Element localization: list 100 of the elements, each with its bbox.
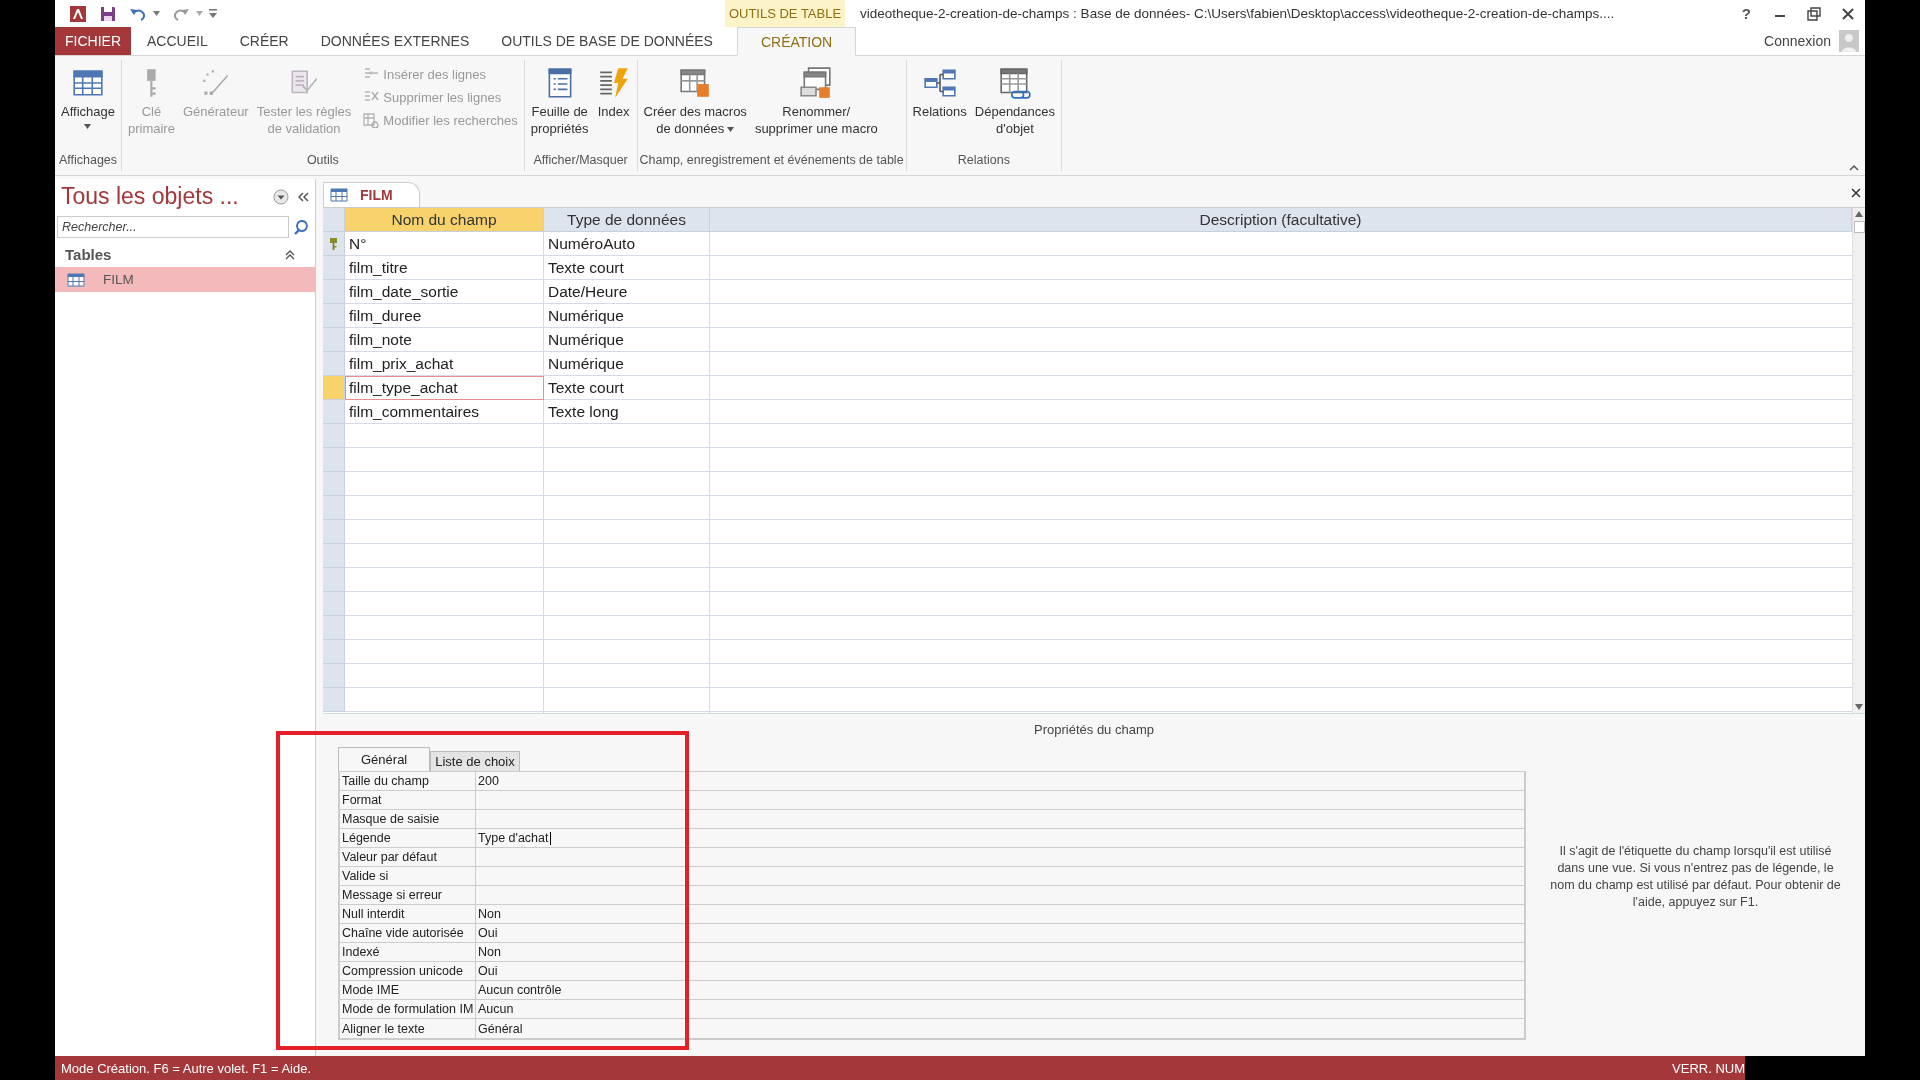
properties-tab[interactable]: Liste de choix bbox=[430, 751, 520, 771]
search-icon[interactable] bbox=[293, 219, 309, 235]
table-cell[interactable]: Texte long bbox=[544, 400, 710, 424]
window-title: videotheque-2-creation-de-champs : Base de données- C:\Users\fabien\Desktop\access\videotheque-2-creation-de-champs.... bbox=[860, 6, 1615, 21]
table-cell[interactable]: film_type_achat bbox=[345, 376, 544, 400]
scrollbar[interactable] bbox=[1852, 208, 1865, 713]
group-label: Champ, enregistrement et événements de table bbox=[639, 153, 904, 169]
table-cell[interactable]: Numérique bbox=[544, 328, 710, 352]
row-selector[interactable] bbox=[323, 256, 345, 280]
row-selector[interactable] bbox=[323, 640, 345, 664]
property-label: Indexé bbox=[340, 943, 476, 961]
save-icon[interactable] bbox=[99, 4, 117, 23]
ribbon-tab[interactable]: CRÉATION bbox=[736, 27, 857, 56]
table-cell[interactable]: film_titre bbox=[345, 256, 544, 280]
table-cell[interactable]: Numérique bbox=[544, 352, 710, 376]
ribbon-tab[interactable]: OUTILS DE BASE DE DONNÉES bbox=[485, 27, 729, 55]
row-selector[interactable] bbox=[323, 472, 345, 496]
collapse-ribbon-icon[interactable] bbox=[1849, 164, 1859, 171]
property-label: Valide si bbox=[340, 867, 476, 885]
ribbon-tab[interactable]: DONNÉES EXTERNES bbox=[304, 27, 486, 55]
arrow-down-icon[interactable] bbox=[1854, 703, 1864, 711]
ribbon-button[interactable]: Relations bbox=[908, 64, 971, 122]
restore-icon[interactable] bbox=[1807, 6, 1821, 21]
customize-icon[interactable] bbox=[209, 9, 217, 18]
ribbon-button[interactable]: Feuille de propriétés bbox=[526, 64, 593, 139]
caret-icon[interactable] bbox=[196, 11, 203, 16]
table-cell[interactable]: film_duree bbox=[345, 304, 544, 328]
row-selector[interactable] bbox=[323, 352, 345, 376]
linked-boxes-icon bbox=[922, 66, 957, 100]
property-label: Chaîne vide autorisée bbox=[340, 924, 476, 942]
property-value[interactable]: Aucun bbox=[478, 1002, 514, 1016]
column-header[interactable]: Type de données bbox=[544, 208, 710, 232]
property-value[interactable]: Type d'achat bbox=[478, 831, 549, 845]
status-indicator: VERR. NUM bbox=[1672, 1060, 1745, 1076]
table-cell[interactable]: N° bbox=[345, 232, 544, 256]
row-selector[interactable] bbox=[323, 424, 345, 448]
property-label: Légende bbox=[340, 829, 476, 847]
property-value[interactable]: Non bbox=[478, 907, 501, 921]
close-icon[interactable] bbox=[1851, 188, 1861, 198]
table-search-icon bbox=[363, 112, 380, 128]
row-selector[interactable] bbox=[323, 448, 345, 472]
search-field[interactable]: Rechercher... bbox=[57, 216, 289, 238]
help-text: Il s'agit de l'étiquette du champ lorsqu'il est utilisé dans une vue. Si vous n'entrez pas de légende, le nom du champ est utilisé par défaut. Pour obtenir de l'aide, appuyez sur F1. bbox=[1549, 842, 1842, 911]
row-selector[interactable] bbox=[323, 568, 345, 592]
help-button[interactable]: ? bbox=[1729, 5, 1763, 22]
ribbon-button[interactable]: Dépendances d'objet bbox=[970, 64, 1060, 139]
avatar-icon[interactable] bbox=[1839, 30, 1859, 52]
ribbon-button[interactable]: Affichage bbox=[57, 64, 119, 131]
row-selector[interactable] bbox=[323, 664, 345, 688]
ribbon-tab[interactable]: FICHIER bbox=[55, 27, 131, 55]
row-selector[interactable] bbox=[323, 232, 345, 256]
row-selector[interactable] bbox=[323, 688, 345, 712]
table-cell[interactable]: Date/Heure bbox=[544, 280, 710, 304]
tables-stack-icon bbox=[799, 66, 834, 100]
table-cell[interactable]: NuméroAuto bbox=[544, 232, 710, 256]
key-icon bbox=[329, 236, 338, 251]
property-value[interactable]: Général bbox=[478, 1021, 523, 1036]
row-selector[interactable] bbox=[323, 304, 345, 328]
scroll-thumb[interactable] bbox=[1853, 221, 1865, 233]
property-value[interactable]: Aucun contrôle bbox=[478, 983, 562, 997]
property-value[interactable]: 200 bbox=[478, 774, 499, 788]
nav-item[interactable]: FILM bbox=[55, 267, 315, 292]
close-icon[interactable] bbox=[1841, 6, 1855, 21]
row-selector[interactable] bbox=[323, 496, 345, 520]
property-value[interactable]: Oui bbox=[478, 926, 498, 940]
ribbon-button[interactable]: Créer des macros de données bbox=[639, 64, 751, 139]
property-value[interactable]: Oui bbox=[478, 964, 498, 978]
row-selector[interactable] bbox=[323, 400, 345, 424]
properties-tab[interactable]: Général bbox=[338, 747, 431, 771]
property-value[interactable]: Non bbox=[478, 945, 501, 959]
nav-group-header[interactable]: Tables bbox=[55, 242, 315, 267]
sign-in-link[interactable]: Connexion bbox=[1764, 27, 1839, 55]
nav-pane-title[interactable]: Tous les objets ... bbox=[61, 183, 265, 210]
table-cell[interactable]: film_prix_achat bbox=[345, 352, 544, 376]
table-cell[interactable]: film_note bbox=[345, 328, 544, 352]
ribbon-tab[interactable]: CRÉER bbox=[223, 27, 305, 55]
row-selector[interactable] bbox=[323, 544, 345, 568]
section-heading: Propriétés du champ bbox=[1033, 721, 1155, 739]
table-cell[interactable]: Texte court bbox=[544, 256, 710, 280]
caret-icon[interactable] bbox=[153, 11, 160, 16]
ribbon-button[interactable]: Index bbox=[592, 64, 635, 122]
collapse-pane-icon[interactable] bbox=[297, 191, 309, 202]
row-selector[interactable] bbox=[323, 592, 345, 616]
select-all-corner[interactable] bbox=[323, 208, 345, 232]
table-cell[interactable]: Texte court bbox=[544, 376, 710, 400]
document-tab[interactable]: FILM bbox=[323, 182, 420, 207]
ribbon-tab[interactable]: ACCUEIL bbox=[131, 27, 224, 55]
table-cell[interactable]: film_commentaires bbox=[345, 400, 544, 424]
column-header[interactable]: Description (facultative) bbox=[710, 208, 1852, 232]
ribbon-button[interactable]: Renommer/ supprimer une macro bbox=[750, 64, 882, 139]
table-cell[interactable]: film_date_sortie bbox=[345, 280, 544, 304]
row-selector[interactable] bbox=[323, 616, 345, 640]
table-cell[interactable]: Numérique bbox=[544, 304, 710, 328]
column-header[interactable]: Nom du champ bbox=[345, 208, 544, 232]
dropdown-icon[interactable] bbox=[273, 188, 289, 205]
row-selector[interactable] bbox=[323, 328, 345, 352]
row-selector[interactable] bbox=[323, 520, 345, 544]
property-label: Valeur par défaut bbox=[340, 848, 476, 866]
row-selector[interactable] bbox=[323, 280, 345, 304]
arrow-up-icon[interactable] bbox=[1854, 210, 1864, 218]
